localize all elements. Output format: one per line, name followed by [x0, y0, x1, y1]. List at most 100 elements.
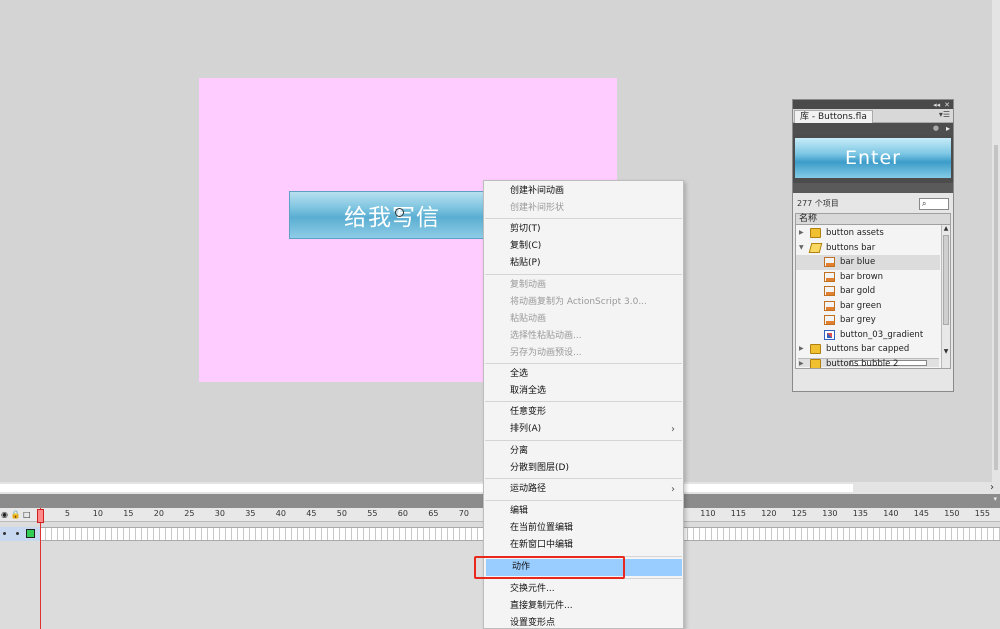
- menu-separator: [485, 440, 682, 441]
- menu-item[interactable]: 创建补间动画: [484, 183, 683, 200]
- pin-icon[interactable]: ●: [933, 124, 939, 132]
- menu-item[interactable]: 取消全选: [484, 383, 683, 400]
- frame-number-label: 15: [123, 509, 134, 518]
- menu-item-label: 设置变形点: [510, 618, 556, 628]
- button-symbol-icon: [824, 271, 835, 282]
- menu-item[interactable]: 粘贴(P): [484, 255, 683, 272]
- frame-number-label: 5: [64, 509, 70, 518]
- bitmap-icon: [824, 329, 835, 340]
- panel-title-bar[interactable]: ◂◂ ✕: [793, 100, 953, 109]
- library-search-input[interactable]: ⌕: [919, 198, 949, 210]
- document-selector[interactable]: ● ▸: [793, 123, 953, 135]
- scrollbar-thumb[interactable]: [943, 235, 949, 325]
- library-item[interactable]: bar green: [796, 299, 940, 314]
- button-symbol-icon: [824, 315, 835, 325]
- column-header-name[interactable]: 名称: [795, 213, 951, 225]
- folder-icon: [808, 242, 823, 253]
- expand-triangle-icon[interactable]: ▶: [799, 342, 804, 356]
- layer-row[interactable]: [0, 527, 40, 541]
- menu-item[interactable]: 复制(C): [484, 238, 683, 255]
- menu-item[interactable]: 分散到图层(D): [484, 460, 683, 477]
- menu-item-label: 任意变形: [510, 407, 547, 417]
- library-item[interactable]: ▶ buttons bubble 2: [796, 357, 940, 369]
- layer-outline-color[interactable]: [26, 529, 35, 538]
- panel-menu-icon[interactable]: ▾: [993, 495, 997, 503]
- library-item[interactable]: ▼ buttons bar: [796, 241, 940, 256]
- expand-triangle-icon[interactable]: ▶: [799, 226, 804, 240]
- menu-item[interactable]: 直接复制元件...: [484, 598, 683, 615]
- collapse-triangle-icon[interactable]: ▼: [799, 241, 804, 255]
- playhead-line: [40, 508, 41, 629]
- scroll-down-icon[interactable]: ▼: [942, 348, 950, 357]
- menu-item-label: 粘贴(P): [510, 258, 541, 268]
- panel-menu-icon[interactable]: ▾☰: [939, 110, 950, 119]
- library-item[interactable]: ▶ button assets: [796, 226, 940, 241]
- scrollbar-thumb[interactable]: [994, 145, 998, 470]
- frame-number-label: 55: [367, 509, 378, 518]
- preview-toolbar: [793, 183, 953, 197]
- library-item-label: buttons bar capped: [826, 344, 910, 354]
- frame-number-label: 120: [761, 509, 777, 518]
- playhead[interactable]: [37, 509, 44, 523]
- menu-item[interactable]: 运动路径 ›: [484, 481, 683, 498]
- menu-item-label: 创建补间动画: [510, 186, 565, 196]
- button-symbol-icon: [824, 300, 835, 311]
- scroll-right-icon[interactable]: ›: [990, 482, 994, 493]
- frame-number-label: 150: [944, 509, 960, 518]
- menu-item-label: 选择性粘贴动画...: [510, 331, 582, 341]
- expand-triangle-icon[interactable]: ▶: [799, 357, 804, 369]
- menu-item[interactable]: 编辑: [484, 503, 683, 520]
- library-tab[interactable]: 库 - Buttons.fla: [794, 110, 873, 123]
- menu-item[interactable]: 设置变形点: [484, 615, 683, 628]
- menu-item[interactable]: 剪切(T): [484, 221, 683, 238]
- library-item-label: bar brown: [840, 271, 884, 282]
- menu-item-label: 粘贴动画: [510, 314, 547, 324]
- frame-number-label: 130: [822, 509, 838, 518]
- menu-item-label: 全选: [510, 369, 529, 379]
- menu-separator: [485, 500, 682, 501]
- stage-button-instance[interactable]: 给我写信: [289, 191, 495, 239]
- magnifier-icon: ⌕: [922, 199, 927, 208]
- item-count: 277 个项目: [797, 199, 839, 208]
- lock-dot[interactable]: [16, 532, 19, 535]
- folder-icon: [810, 344, 821, 354]
- library-item[interactable]: bar gold: [796, 284, 940, 299]
- frame-number-label: 25: [184, 509, 195, 518]
- stage-vertical-scrollbar[interactable]: [992, 0, 1000, 482]
- library-item[interactable]: bar blue: [796, 255, 940, 270]
- menu-item[interactable]: 在当前位置编辑: [484, 520, 683, 537]
- dropdown-arrow-icon[interactable]: ▸: [946, 124, 950, 133]
- library-item[interactable]: ▶ buttons bar capped: [796, 342, 940, 357]
- menu-item-label: 将动画复制为 ActionScript 3.0...: [510, 297, 647, 307]
- visibility-dot[interactable]: [3, 532, 6, 535]
- frame-number-label: 35: [245, 509, 256, 518]
- menu-item: 另存为动画预设...: [484, 345, 683, 362]
- library-item[interactable]: bar brown: [796, 270, 940, 285]
- menu-separator: [485, 274, 682, 275]
- menu-item[interactable]: 交换元件...: [484, 581, 683, 598]
- tree-vertical-scrollbar[interactable]: ▲ ▼: [941, 225, 950, 368]
- menu-item[interactable]: 排列(A) ›: [484, 421, 683, 438]
- library-item[interactable]: button_03_gradient: [796, 328, 940, 343]
- scroll-up-icon[interactable]: ▲: [942, 225, 950, 234]
- outline-icon[interactable]: □: [23, 510, 31, 519]
- menu-item[interactable]: 在新窗口中编辑: [484, 537, 683, 554]
- library-preview: Enter: [793, 135, 953, 183]
- close-icon[interactable]: ✕: [944, 101, 950, 109]
- library-tree[interactable]: ▲ ▼ ▶ button assets ▼ buttons bar bar blue ba…: [795, 225, 951, 369]
- menu-item-label: 剪切(T): [510, 224, 541, 234]
- menu-item[interactable]: 分离: [484, 443, 683, 460]
- library-count-row: 277 个项目 ⌕: [793, 197, 953, 213]
- menu-item[interactable]: 任意变形: [484, 404, 683, 421]
- eye-icon[interactable]: ◉: [1, 510, 8, 519]
- scrollbar-thumb[interactable]: [0, 484, 853, 492]
- lock-icon[interactable]: 🔒: [11, 510, 21, 519]
- menu-item[interactable]: 全选: [484, 366, 683, 383]
- frame-number-label: 45: [306, 509, 317, 518]
- library-item-label: bar blue: [840, 257, 876, 267]
- collapse-icon[interactable]: ◂◂: [933, 101, 940, 109]
- library-item-label: buttons bubble 2: [826, 358, 899, 369]
- library-panel: ◂◂ ✕ 库 - Buttons.fla ▾☰ ● ▸ Enter 277 个项…: [792, 99, 954, 392]
- frame-number-label: 30: [214, 509, 225, 518]
- library-item[interactable]: bar grey: [796, 313, 940, 328]
